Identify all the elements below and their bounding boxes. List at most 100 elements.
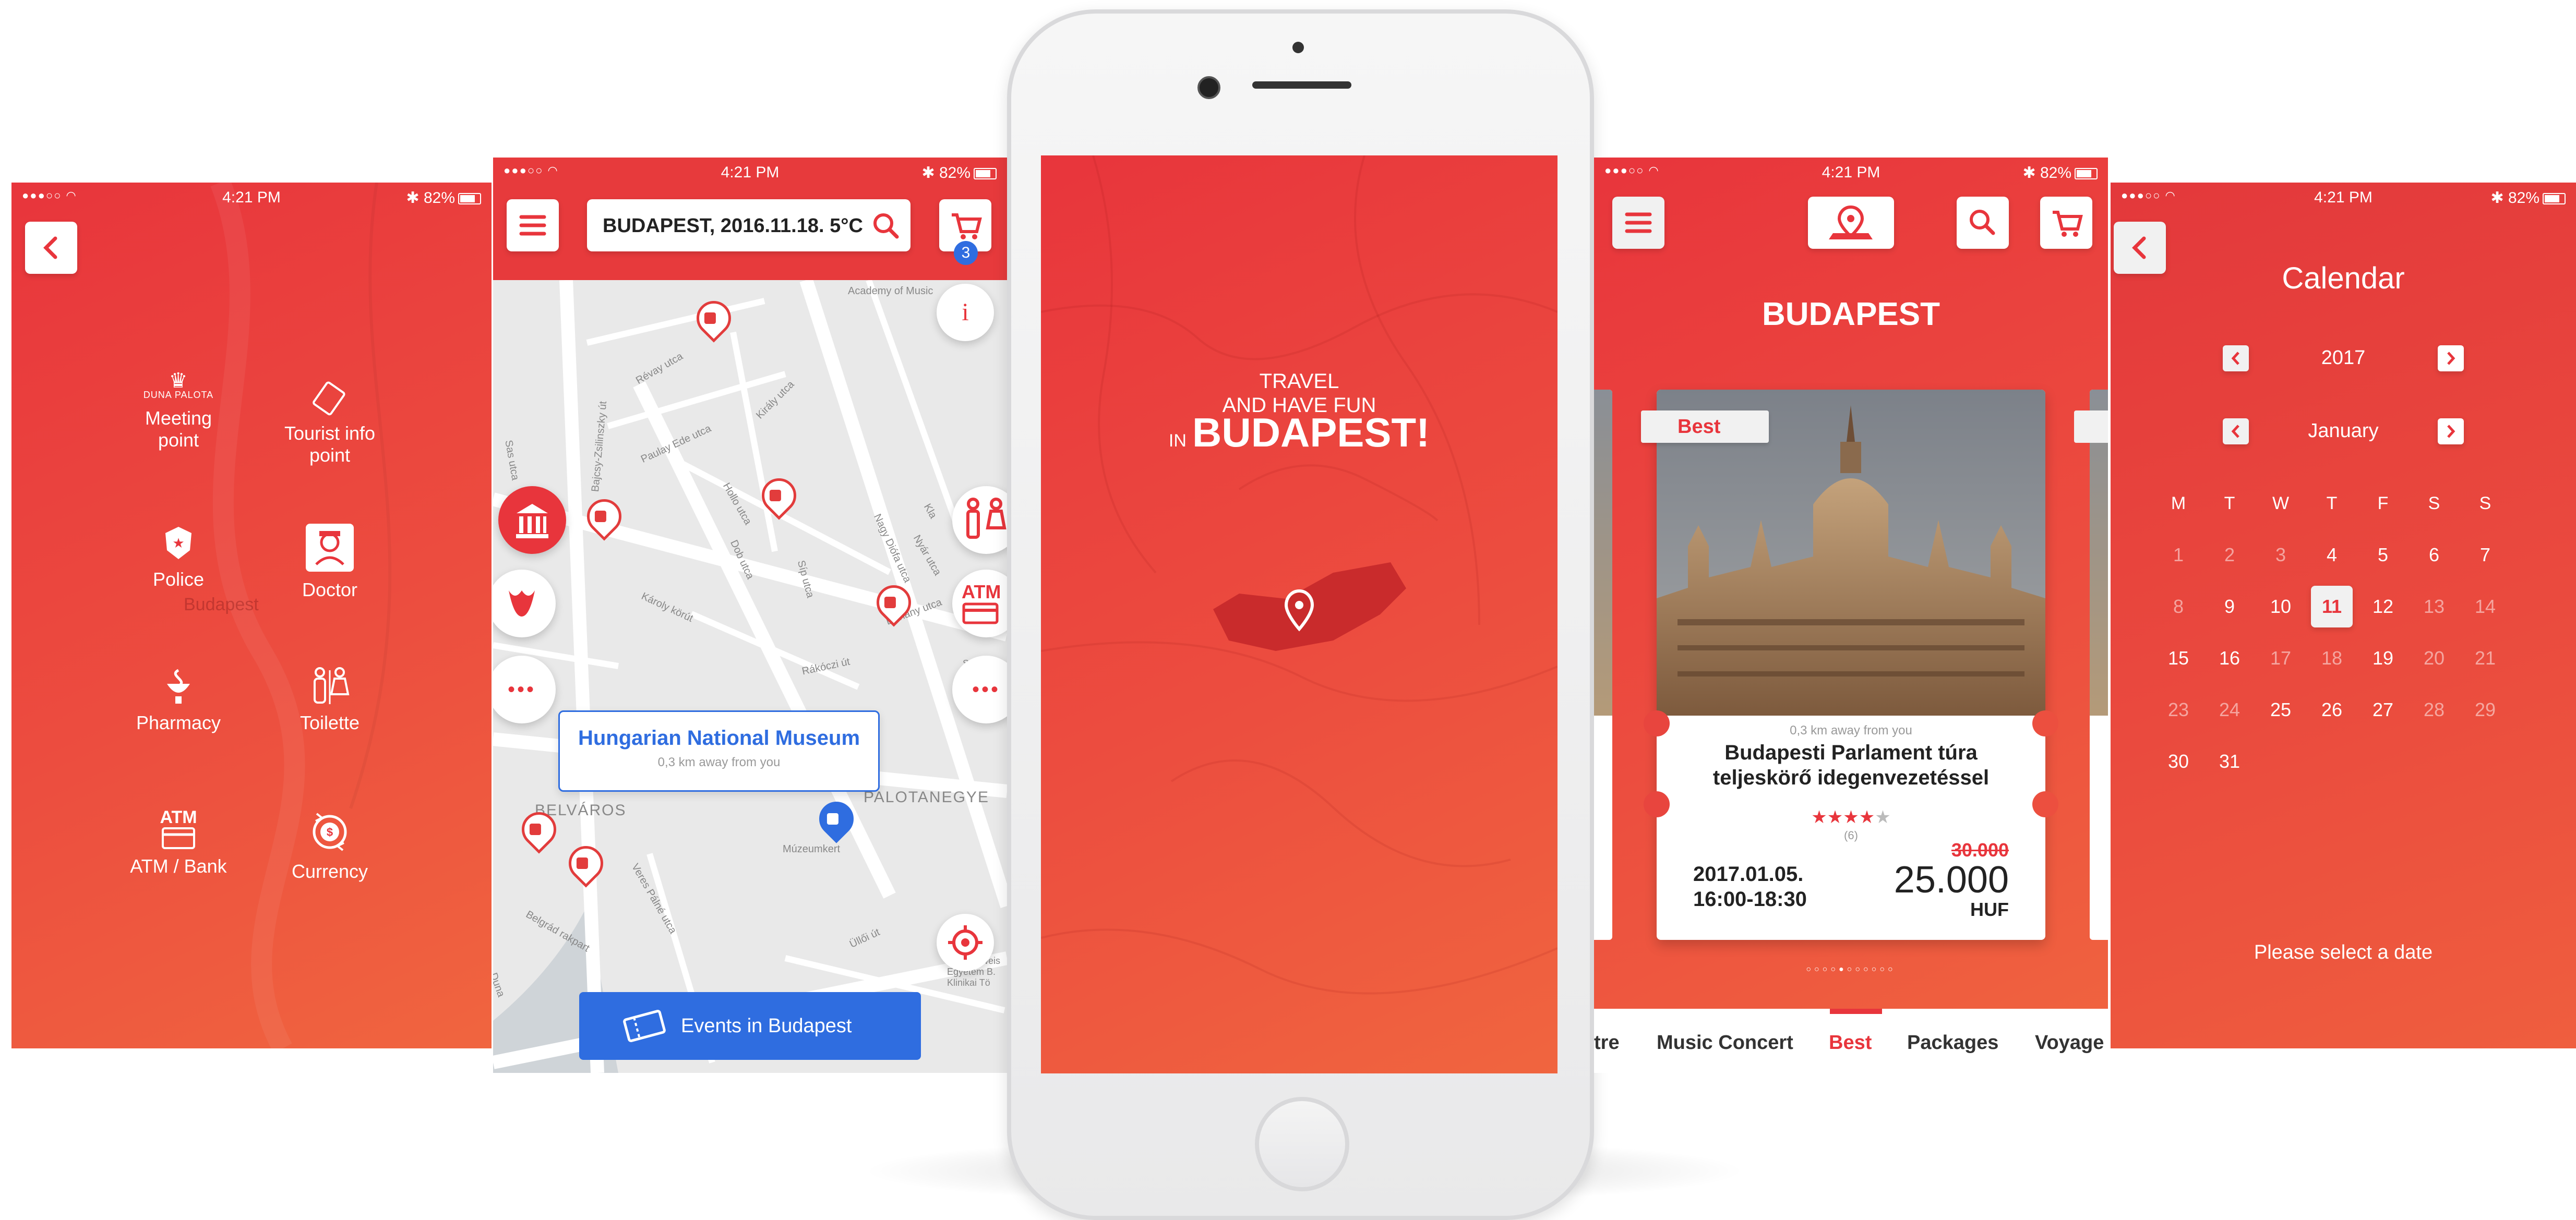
info-icon: i <box>962 298 969 326</box>
calendar-day[interactable]: 30 <box>2158 741 2199 782</box>
service-meeting-point[interactable]: ♛ DUNA PALOTA Meeting point <box>116 369 241 451</box>
calendar-day[interactable]: 8 <box>2158 586 2199 627</box>
poi-popup[interactable]: Hungarian National Museum 0,3 km away fr… <box>558 710 880 792</box>
museum-filter-button[interactable] <box>498 486 566 554</box>
select-date-prompt: Please select a date <box>2254 941 2433 963</box>
service-tourist-info[interactable]: Tourist info point <box>267 376 392 466</box>
search-icon[interactable] <box>870 210 901 241</box>
weekday-header: M <box>2171 493 2186 513</box>
service-pharmacy[interactable]: Pharmacy <box>116 665 241 734</box>
calendar-day[interactable]: 10 <box>2260 586 2302 627</box>
calendar-day[interactable]: 16 <box>2209 637 2250 679</box>
calendar-day[interactable]: 3 <box>2260 534 2302 576</box>
calendar-day[interactable]: 25 <box>2260 689 2302 731</box>
museum-icon <box>884 597 896 608</box>
service-currency[interactable]: $ Currency <box>267 808 392 883</box>
museum-icon <box>769 490 781 501</box>
service-doctor[interactable]: Doctor <box>267 522 392 601</box>
search-button[interactable] <box>1957 197 2009 249</box>
calendar-day[interactable]: 9 <box>2209 586 2250 627</box>
service-police[interactable]: ★ Police <box>116 522 241 590</box>
menu-button[interactable] <box>507 199 559 251</box>
next-month-button[interactable] <box>2438 418 2464 444</box>
events-button[interactable]: Events in Budapest <box>579 992 921 1060</box>
calendar-day[interactable]: 6 <box>2413 534 2455 576</box>
events-button-label: Events in Budapest <box>681 1015 852 1037</box>
calendar-day[interactable]: 4 <box>2311 534 2353 576</box>
tulip-filter-button[interactable] <box>493 570 556 637</box>
city-map[interactable] <box>493 280 1007 1073</box>
service-atm-bank[interactable]: ATM ATM / Bank <box>116 808 241 877</box>
calendar-day[interactable]: 2 <box>2209 534 2250 576</box>
calendar-day[interactable]: 17 <box>2260 637 2302 679</box>
home-button[interactable] <box>1255 1097 1349 1191</box>
weekday-header: T <box>2224 493 2235 513</box>
calendar-day[interactable]: 15 <box>2158 637 2199 679</box>
event-distance: 0,3 km away from you <box>1790 723 1912 738</box>
previous-card[interactable] <box>1594 390 1612 940</box>
calendar-day-selected[interactable]: 11 <box>2311 586 2353 627</box>
cart-button[interactable] <box>2040 197 2092 249</box>
service-toilette[interactable]: Toilette <box>267 665 392 734</box>
more-filters-button[interactable]: ••• <box>493 656 556 723</box>
back-button[interactable] <box>25 222 77 274</box>
card-notch <box>1644 791 1670 817</box>
next-card-badge <box>2074 410 2108 443</box>
tab-theatre[interactable]: tre <box>1594 1032 1620 1054</box>
menu-button[interactable] <box>1612 197 1664 249</box>
logo-text: DUNA PALOTA <box>143 390 214 400</box>
active-tab-indicator <box>1830 1009 1882 1014</box>
calendar-day[interactable]: 21 <box>2464 637 2506 679</box>
weekday-header: F <box>2377 493 2389 513</box>
next-year-button[interactable] <box>2438 345 2464 371</box>
calendar-day[interactable]: 24 <box>2209 689 2250 731</box>
calendar-day[interactable]: 14 <box>2464 586 2506 627</box>
tab-best[interactable]: Best <box>1829 1032 1872 1054</box>
next-card[interactable] <box>2090 390 2108 940</box>
calendar-day[interactable]: 13 <box>2413 586 2455 627</box>
battery-icon <box>2543 193 2566 205</box>
calendar-day[interactable]: 1 <box>2158 534 2199 576</box>
calendar-day[interactable]: 7 <box>2464 534 2506 576</box>
calendar-day[interactable]: 29 <box>2464 689 2506 731</box>
services-screen: ●●●○○ ◠ 4:21 PM ✱ 82% Budapest ♛ DUNA PAL… <box>11 183 492 1048</box>
tulip-icon <box>509 590 535 617</box>
calendar-day[interactable]: 31 <box>2209 741 2250 782</box>
calendar-day[interactable]: 27 <box>2362 689 2404 731</box>
more-filters-right-button[interactable]: ••• <box>952 656 1007 723</box>
battery-percent: 82% <box>423 189 455 207</box>
chevron-right-icon <box>2447 352 2455 365</box>
toilette-filter-button[interactable] <box>952 486 1007 554</box>
locate-me-button[interactable] <box>937 914 994 971</box>
info-button[interactable]: i <box>937 284 994 341</box>
calendar-day[interactable]: 5 <box>2362 534 2404 576</box>
tab-voyage[interactable]: Voyage <box>2035 1032 2104 1054</box>
calendar-day[interactable]: 28 <box>2413 689 2455 731</box>
search-input[interactable]: BUDAPEST, 2016.11.18. 5°C <box>603 215 863 237</box>
map-view-button[interactable] <box>1808 197 1894 249</box>
tab-packages[interactable]: Packages <box>1907 1032 1998 1054</box>
event-card[interactable]: 0,3 km away from you Budapesti Parlament… <box>1657 390 2045 940</box>
month-label: January <box>2308 420 2379 442</box>
bluetooth-icon: ✱ <box>2490 189 2508 207</box>
calendar-day[interactable]: 26 <box>2311 689 2353 731</box>
service-label: Police <box>152 569 205 590</box>
calendar-day[interactable]: 12 <box>2362 586 2404 627</box>
calendar-day[interactable]: 18 <box>2311 637 2353 679</box>
events-screen: ●●●○○ ◠ 4:21 PM ✱ 82% BUDAPEST 0,3 km aw… <box>1594 158 2108 1073</box>
earpiece-speaker <box>1252 81 1351 89</box>
event-price: 30.000 25.000 HUF <box>1894 839 2009 921</box>
cart-button[interactable]: 3 <box>939 199 991 265</box>
pagination-dots[interactable]: ○○○○●○○○○○○ <box>1594 965 2108 974</box>
card-notch <box>1644 710 1670 736</box>
calendar-day[interactable]: 19 <box>2362 637 2404 679</box>
tab-music-concert[interactable]: Music Concert <box>1657 1032 1793 1054</box>
event-time: 16:00-18:30 <box>1693 888 1807 911</box>
card-notch <box>2032 791 2058 817</box>
calendar-day[interactable]: 20 <box>2413 637 2455 679</box>
duna-palota-logo: ♛ DUNA PALOTA <box>143 369 214 400</box>
event-title-line2: teljeskörő idegenvezetéssel <box>1712 766 1990 789</box>
calendar-day[interactable]: 23 <box>2158 689 2199 731</box>
tagline-in: IN <box>1168 431 1187 451</box>
search-field[interactable]: BUDAPEST, 2016.11.18. 5°C <box>587 199 910 251</box>
